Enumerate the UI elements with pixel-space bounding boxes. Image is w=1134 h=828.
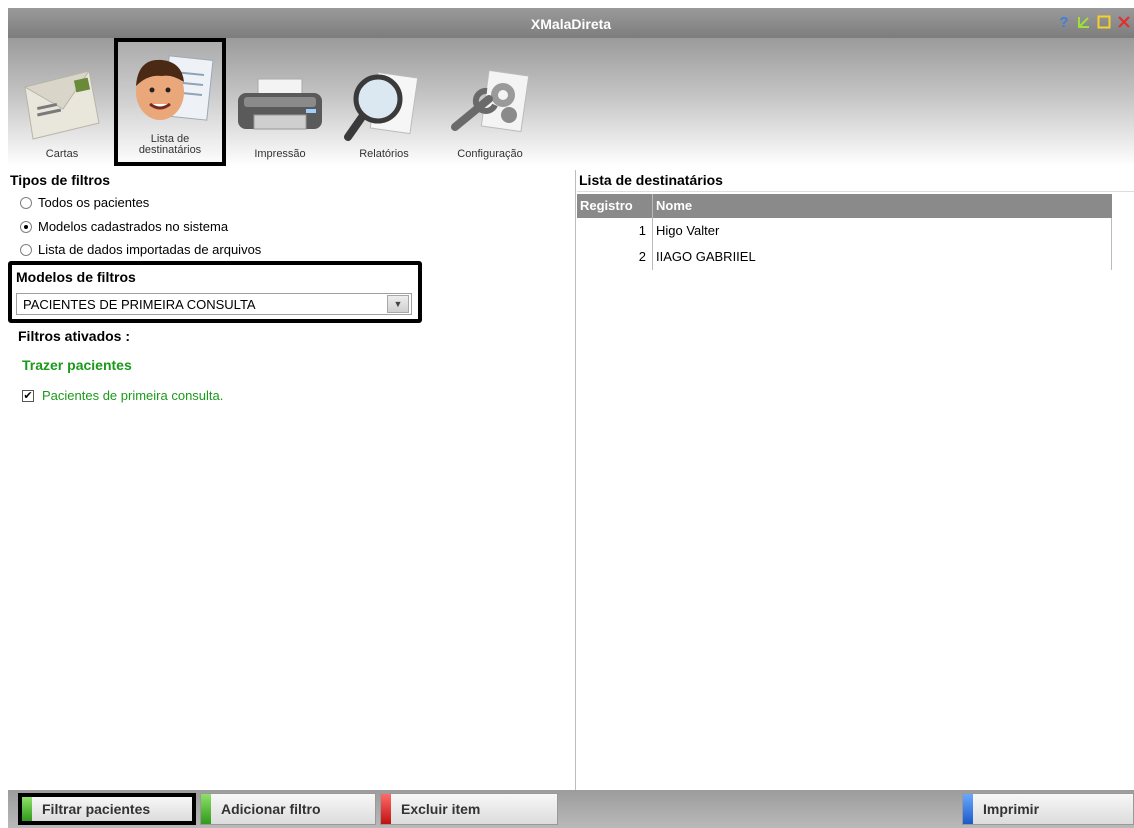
add-filter-label: Adicionar filtro <box>221 801 321 817</box>
window-controls: ? <box>1056 14 1132 31</box>
active-filter-item[interactable]: ✔ Pacientes de primeira consulta. <box>22 388 223 403</box>
close-icon[interactable] <box>1116 14 1132 30</box>
filter-types-title: Tipos de filtros <box>10 172 111 188</box>
panel-divider[interactable] <box>575 170 576 790</box>
person-list-icon <box>136 55 214 121</box>
toolbar-cartas[interactable]: Cartas <box>12 38 112 166</box>
cell-registro: 1 <box>577 218 653 244</box>
bottom-action-bar: Filtrar pacientes Adicionar filtro Exclu… <box>8 790 1134 828</box>
radio-todos-pacientes[interactable]: Todos os pacientes <box>20 195 149 210</box>
toolbar-impressao-label: Impressão <box>254 148 306 160</box>
recipients-table: Registro Nome 1 Higo Valter 2 IIAGO GABR… <box>577 194 1112 270</box>
recipients-title: Lista de destinatários <box>577 170 1134 192</box>
print-button[interactable]: Imprimir <box>962 793 1134 825</box>
print-label: Imprimir <box>983 801 1040 817</box>
filters-panel: Tipos de filtros Todos os pacientes Mode… <box>8 170 575 790</box>
help-icon[interactable]: ? <box>1056 14 1072 31</box>
filter-model-select[interactable]: PACIENTES DE PRIMEIRA CONSULTA ▼ <box>16 293 412 315</box>
toolbar-lista-label: Lista de destinatários <box>139 134 201 162</box>
maximize-icon[interactable] <box>1096 14 1112 30</box>
envelope-icon <box>23 70 100 140</box>
green-accent-bar <box>201 794 211 824</box>
toolbar-configuracao[interactable]: Configuração <box>438 38 542 166</box>
toolbar-configuracao-label: Configuração <box>457 148 523 160</box>
radio-lista-label: Lista de dados importadas de arquivos <box>38 242 262 257</box>
wrench-gear-icon <box>451 69 530 133</box>
toolbar-relatorios[interactable]: Relatórios <box>338 38 430 166</box>
cell-nome: Higo Valter <box>656 223 720 238</box>
column-nome[interactable]: Nome <box>653 194 1112 218</box>
red-accent-bar <box>381 794 391 824</box>
radio-todos-label: Todos os pacientes <box>38 195 150 210</box>
printer-icon <box>238 78 322 130</box>
filter-model-value: PACIENTES DE PRIMEIRA CONSULTA <box>23 297 256 312</box>
radio-modelos-indicator[interactable] <box>20 220 32 233</box>
window-title: XMalaDireta <box>530 16 612 32</box>
filter-models-box: Modelos de filtros PACIENTES DE PRIMEIRA… <box>8 261 422 323</box>
title-bar: XMalaDireta ? <box>8 8 1134 38</box>
table-row[interactable]: 2 IIAGO GABRIIEL <box>577 244 1112 270</box>
magnifier-icon <box>344 71 419 141</box>
checkbox-primeira-consulta[interactable]: ✔ <box>22 389 34 402</box>
cell-registro: 2 <box>577 244 653 270</box>
active-filter-item-label: Pacientes de primeira consulta. <box>42 388 224 403</box>
recipients-panel: Lista de destinatários Registro Nome 1 H… <box>577 170 1134 790</box>
main-toolbar: Cartas Lista de destinatários Impressão … <box>8 38 1134 166</box>
blue-accent-bar <box>963 794 973 824</box>
radio-lista-importada[interactable]: Lista de dados importadas de arquivos <box>20 242 261 257</box>
filter-models-title: Modelos de filtros <box>16 269 136 285</box>
delete-item-label: Excluir item <box>401 801 481 817</box>
radio-modelos-cadastrados[interactable]: Modelos cadastrados no sistema <box>20 219 228 234</box>
green-accent-bar <box>22 797 32 821</box>
radio-modelos-label: Modelos cadastrados no sistema <box>38 219 229 234</box>
toolbar-impressao[interactable]: Impressão <box>230 38 330 166</box>
toolbar-lista-label-line2: destinatários <box>138 144 202 156</box>
cell-nome: IIAGO GABRIIEL <box>656 249 756 264</box>
table-header: Registro Nome <box>577 194 1112 218</box>
filter-patients-button[interactable]: Filtrar pacientes <box>18 793 196 825</box>
active-filters-title: Filtros ativados : <box>18 328 131 344</box>
filter-patients-label: Filtrar pacientes <box>42 801 151 817</box>
toolbar-cartas-label: Cartas <box>45 148 79 160</box>
restore-icon[interactable] <box>1076 14 1092 30</box>
column-registro[interactable]: Registro <box>577 194 653 218</box>
radio-todos-indicator[interactable] <box>20 196 32 209</box>
active-filter-group: Trazer pacientes <box>22 357 132 373</box>
chevron-down-icon[interactable]: ▼ <box>387 295 409 313</box>
table-row[interactable]: 1 Higo Valter <box>577 218 1112 244</box>
delete-item-button[interactable]: Excluir item <box>380 793 558 825</box>
toolbar-lista-destinatarios[interactable]: Lista de destinatários <box>114 38 226 166</box>
radio-lista-indicator[interactable] <box>20 243 32 256</box>
toolbar-relatorios-label: Relatórios <box>359 148 409 160</box>
add-filter-button[interactable]: Adicionar filtro <box>200 793 376 825</box>
